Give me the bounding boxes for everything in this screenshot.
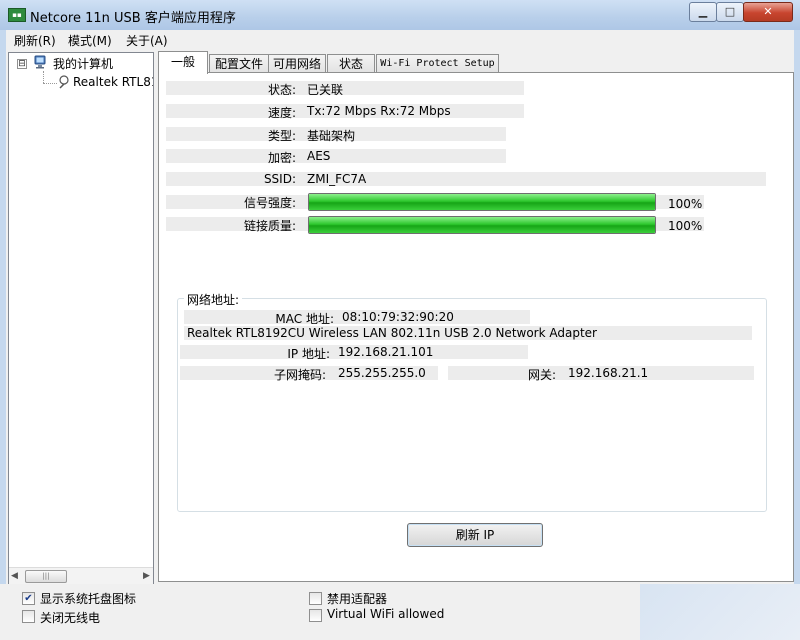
title-bar[interactable]: ▪▪ Netcore 11n USB 客户端应用程序 ▁ □ ✕ [0, 0, 800, 31]
tree-item-adapter[interactable]: Realtek RTL8192CU [73, 75, 153, 89]
mac-value: 08:10:79:32:90:20 [342, 310, 454, 324]
scroll-right-icon[interactable]: ▶ [143, 571, 150, 581]
horizontal-scrollbar[interactable]: ◀ ||| ▶ [9, 567, 153, 584]
signal-strength-fill [309, 194, 655, 210]
collapse-icon[interactable]: ⊟ [17, 59, 27, 69]
encryption-label: 加密: [267, 151, 296, 165]
computer-icon [34, 55, 46, 69]
tab-general[interactable]: 一般 [158, 51, 208, 74]
speed-value: Tx:72 Mbps Rx:72 Mbps [307, 104, 451, 118]
tree-connector [43, 71, 44, 83]
window-frame-right [794, 30, 800, 584]
menu-about[interactable]: 关于(A) [126, 32, 168, 49]
encryption-value: AES [307, 149, 331, 163]
window-corner [640, 584, 800, 640]
tree-item-my-computer[interactable]: 我的计算机 [53, 55, 113, 72]
type-value: 基础架构 [307, 129, 356, 143]
gateway-label: 网关: [527, 368, 556, 382]
device-tree[interactable]: ⊟ 我的计算机 Realtek RTL8192CU ◀ ||| ▶ [8, 52, 154, 584]
link-quality-label: 链接质量: [243, 219, 296, 233]
network-adapter-icon [59, 75, 69, 89]
disable-adapter-checkbox[interactable] [309, 592, 322, 605]
virtual-wifi-label[interactable]: Virtual WiFi allowed [327, 607, 444, 621]
close-button[interactable]: ✕ [743, 2, 793, 22]
link-quality-bar [308, 216, 656, 234]
adapter-name: Realtek RTL8192CU Wireless LAN 802.11n U… [187, 326, 597, 340]
tab-available-networks[interactable]: 可用网络 [268, 54, 326, 73]
gateway-value: 192.168.21.1 [568, 366, 649, 380]
link-percent: 100% [668, 219, 703, 233]
window-title: Netcore 11n USB 客户端应用程序 [30, 11, 236, 26]
speed-label: 速度: [267, 106, 296, 120]
wifi-card-icon: ▪▪ [8, 8, 26, 22]
subnet-mask-value: 255.255.255.0 [338, 366, 426, 380]
signal-strength-bar [308, 193, 656, 211]
ip-label: IP 地址: [287, 347, 330, 361]
ip-value: 192.168.21.101 [338, 345, 434, 359]
tab-wps[interactable]: Wi-Fi Protect Setup [376, 54, 499, 73]
radio-off-label[interactable]: 关闭无线电 [40, 609, 100, 626]
scroll-left-icon[interactable]: ◀ [11, 571, 18, 581]
subnet-mask-label: 子网掩码: [273, 368, 326, 382]
status-value: 已关联 [307, 83, 344, 97]
status-label: 状态: [267, 83, 296, 97]
disable-adapter-label[interactable]: 禁用适配器 [327, 590, 387, 607]
virtual-wifi-checkbox[interactable] [309, 609, 322, 622]
tray-icon-checkbox[interactable]: ✔ [22, 592, 35, 605]
ssid-label: SSID: [263, 172, 296, 186]
tree-connector [43, 83, 57, 84]
menu-mode[interactable]: 模式(M) [68, 32, 112, 49]
signal-label: 信号强度: [243, 196, 296, 210]
ssid-value: ZMI_FC7A [307, 172, 367, 186]
type-label: 类型: [267, 129, 296, 143]
maximize-button[interactable]: □ [716, 2, 744, 22]
signal-percent: 100% [668, 197, 703, 211]
group-caption: 网络地址: [184, 291, 243, 308]
tray-icon-label[interactable]: 显示系统托盘图标 [40, 590, 136, 607]
radio-off-checkbox[interactable] [22, 610, 35, 623]
scrollbar-thumb[interactable]: ||| [25, 570, 67, 583]
menu-refresh[interactable]: 刷新(R) [14, 32, 56, 49]
tab-profile[interactable]: 配置文件 [209, 54, 269, 73]
link-quality-fill [309, 217, 655, 233]
mac-label: MAC 地址: [275, 312, 334, 326]
menu-bar: 刷新(R) 模式(M) 关于(A) [0, 30, 800, 50]
refresh-ip-button[interactable]: 刷新 IP [407, 523, 543, 547]
tab-status[interactable]: 状态 [327, 54, 375, 73]
minimize-button[interactable]: ▁ [689, 2, 717, 22]
